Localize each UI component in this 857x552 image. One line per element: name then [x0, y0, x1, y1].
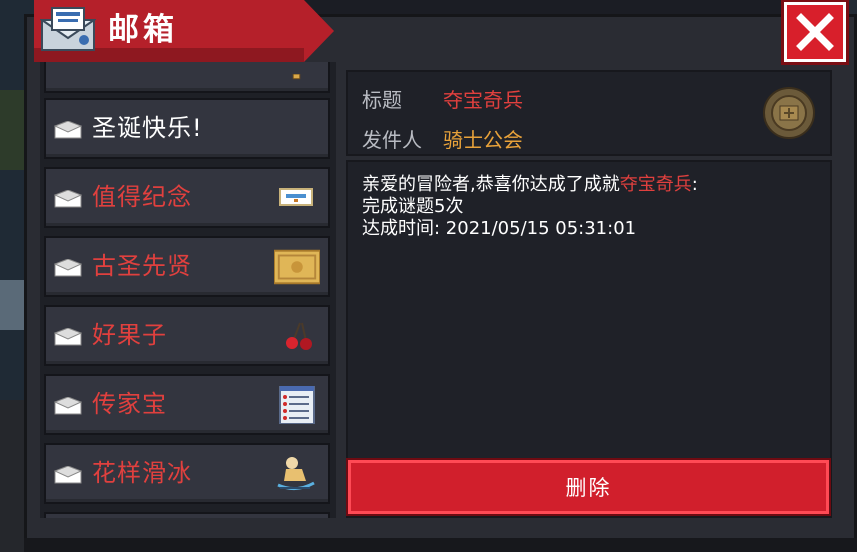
mail-icon	[40, 7, 96, 51]
mail-subject: 好果子	[92, 321, 167, 349]
envelope-icon	[54, 466, 82, 484]
list-item[interactable]: 好果子	[44, 305, 330, 366]
list-item[interactable]: 花样滑冰	[44, 443, 330, 504]
sender-value: 骑士公会	[443, 128, 523, 152]
mail-subject: 花样滑冰	[92, 459, 192, 487]
body-suffix: :	[691, 174, 698, 195]
list-item[interactable]: 古圣先贤	[44, 236, 330, 297]
page-title: 邮箱	[108, 12, 178, 48]
title-value: 夺宝奇兵	[443, 88, 523, 112]
envelope-icon	[54, 121, 82, 139]
gold-plaque-icon	[274, 249, 320, 285]
mail-subject: 圣诞快乐!	[92, 114, 203, 142]
card-icon	[279, 188, 313, 206]
achievement-name: 夺宝奇兵	[619, 174, 692, 195]
list-item[interactable]: 传家宝	[44, 374, 330, 435]
skater-icon	[277, 457, 315, 490]
mail-body-text: 亲爱的冒险者,恭喜你达成了成就夺宝奇兵: 完成谜题5次 达成时间: 2021/0…	[362, 174, 822, 240]
title-label: 标题	[362, 88, 402, 112]
mail-subject: 传家宝	[92, 390, 167, 418]
envelope-icon	[54, 397, 82, 415]
envelope-icon	[54, 328, 82, 346]
guild-seal-icon	[763, 87, 815, 139]
close-button[interactable]	[784, 2, 846, 62]
sender-label: 发件人	[362, 128, 422, 152]
window-bottom-edge	[24, 538, 857, 552]
body-prefix: 亲爱的冒险者,恭喜你达成了成就	[362, 174, 620, 195]
delete-button[interactable]: 删除	[348, 460, 829, 514]
scroll-list-icon	[279, 386, 315, 424]
cherry-icon	[286, 322, 312, 350]
body-line-3: 达成时间: 2021/05/15 05:31:01	[362, 218, 637, 239]
body-line-2: 完成谜题5次	[362, 196, 464, 217]
list-item[interactable]	[44, 62, 330, 93]
list-item[interactable]: 圣诞快乐!	[44, 98, 330, 159]
list-item[interactable]	[44, 512, 330, 518]
chest-icon	[292, 74, 301, 80]
mail-subject: 值得纪念	[92, 183, 192, 211]
envelope-icon	[54, 190, 82, 208]
envelope-icon	[54, 259, 82, 277]
mail-list[interactable]: 圣诞快乐! 值得纪念 古圣先贤 好果子 传家宝 花样滑冰	[40, 62, 336, 518]
list-item[interactable]: 值得纪念	[44, 167, 330, 228]
close-icon	[796, 13, 834, 51]
mail-subject: 古圣先贤	[92, 252, 192, 280]
